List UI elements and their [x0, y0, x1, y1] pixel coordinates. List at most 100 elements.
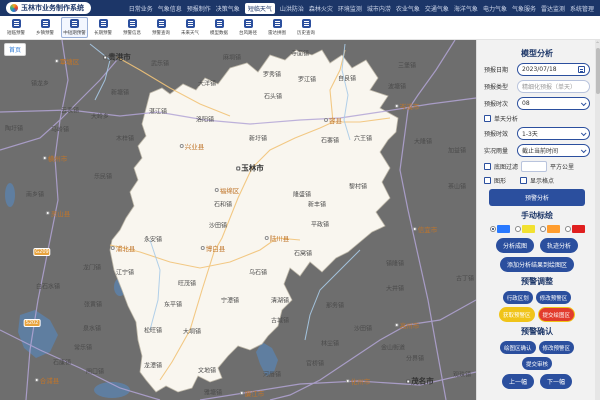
- top-nav-item[interactable]: 海洋气象: [454, 4, 478, 13]
- map-label-town: 黎村镇: [349, 182, 367, 191]
- forecast-date-label: 预报日期: [484, 65, 514, 74]
- top-nav-item[interactable]: 城市内涝: [367, 4, 391, 13]
- scrollbar-thumb[interactable]: [596, 48, 600, 94]
- module-tab[interactable]: 雷达拼图: [264, 17, 291, 38]
- place-marker-dot: [406, 379, 410, 383]
- warning-adjust-button[interactable]: 获取预警区: [499, 307, 535, 322]
- top-nav-item[interactable]: 交通气象: [425, 4, 449, 13]
- map-label-county: 信宜市: [413, 224, 438, 234]
- module-tab-bar: 短临预警乡镇预警中短期预警长期预警预警信息预警查询未来天气模型数据台风路径雷达拼…: [0, 16, 600, 40]
- forecast-time-select[interactable]: 08: [517, 97, 590, 110]
- module-tab[interactable]: 短临预警: [3, 17, 30, 38]
- module-tab-label: 雷达拼图: [268, 29, 286, 35]
- map-home-link[interactable]: 首页: [4, 43, 26, 56]
- actual-rain-select[interactable]: 截止当前时间: [517, 144, 590, 157]
- top-nav-item[interactable]: 短临天气: [245, 3, 275, 14]
- map-label-town: 龙门镇: [83, 263, 101, 272]
- map-label-county: 陆川县: [265, 233, 290, 243]
- map-label-town: 新圩镇: [249, 134, 267, 143]
- map-label-town: 泉水镇: [83, 324, 101, 333]
- top-nav-item[interactable]: 气象服务: [512, 4, 536, 13]
- module-tab-label: 中短期预警: [63, 29, 86, 35]
- top-nav-item[interactable]: 环境监测: [338, 4, 362, 13]
- document-icon: [41, 19, 50, 28]
- top-nav-item[interactable]: 农业气象: [396, 4, 420, 13]
- place-marker-dot: [395, 323, 399, 327]
- graphic-label: 图形: [494, 176, 506, 185]
- calendar-icon[interactable]: [578, 66, 585, 73]
- map-label-town: 古丁镇: [456, 274, 474, 283]
- warning-adjust-button[interactable]: 修改预警区: [536, 291, 572, 304]
- top-nav-item[interactable]: 预报制作: [187, 4, 211, 13]
- next-frame-button[interactable]: 下一幅: [540, 374, 572, 389]
- prev-frame-button[interactable]: 上一幅: [502, 374, 534, 389]
- graphic-checkbox[interactable]: [484, 177, 491, 184]
- top-nav-item[interactable]: 气象信息: [158, 4, 182, 13]
- warning-confirm-button[interactable]: 提交审核: [522, 357, 552, 370]
- map-label-town: 罗秀镇: [263, 70, 281, 79]
- warning-adjust-button[interactable]: 提交绘图区: [538, 307, 576, 322]
- plot-color-option[interactable]: [540, 225, 560, 233]
- panel-scrollbar[interactable]: ^: [595, 40, 600, 400]
- top-nav-item[interactable]: 电力气象: [483, 4, 507, 13]
- map-label-town: 东平镇: [164, 300, 182, 309]
- map-label-town: 新塘镇: [111, 88, 129, 97]
- plot-color-option[interactable]: [490, 225, 510, 233]
- single-day-label: 单天分析: [494, 114, 518, 123]
- top-nav-item[interactable]: 森林火灾: [309, 4, 333, 13]
- forecast-type-input[interactable]: 精细化预报（单天）: [517, 80, 590, 93]
- module-tab[interactable]: 预警信息: [119, 17, 146, 38]
- warning-confirm-button[interactable]: 绘图区确认: [500, 341, 536, 354]
- forecast-period-select[interactable]: 1-3天: [517, 127, 590, 140]
- color-radio[interactable]: [490, 226, 496, 232]
- manual-plot-button[interactable]: 分析成图: [496, 238, 534, 253]
- map-label-county: 横州市: [43, 153, 68, 163]
- module-tab[interactable]: 乡镇预警: [32, 17, 59, 38]
- map-label-town: 寺面镇: [291, 49, 309, 58]
- place-marker-dot: [236, 166, 240, 170]
- area-unit-label: 平方公里: [550, 162, 574, 171]
- app-title: 玉林市业务制作系统: [21, 3, 84, 13]
- map-canvas[interactable]: 首页 贵港市玉林市茂名市覃塘区横州市兴业县灵山县容县岑溪市浦北县博白县合浦县陆川…: [0, 40, 476, 400]
- map-label-town: 大垌镇: [183, 327, 201, 336]
- module-tab[interactable]: 模型数据: [206, 17, 233, 38]
- single-day-checkbox[interactable]: [484, 115, 491, 122]
- place-marker-dot: [111, 246, 115, 250]
- module-tab[interactable]: 中短期预警: [61, 17, 88, 38]
- warning-adjust-button[interactable]: 行政区划: [503, 291, 533, 304]
- top-nav-item[interactable]: 决策气象: [216, 4, 240, 13]
- plot-color-option[interactable]: [565, 225, 585, 233]
- top-nav-item[interactable]: 山洪防治: [280, 4, 304, 13]
- show-grid-checkbox[interactable]: [520, 177, 527, 184]
- top-nav-item[interactable]: 日常业务: [129, 4, 153, 13]
- warning-confirm-button[interactable]: 修改预警区: [539, 341, 575, 354]
- manual-plot-button[interactable]: 轨迹分析: [540, 238, 578, 253]
- add-analysis-result-button[interactable]: 添加分析结果到绘图区: [500, 257, 574, 272]
- top-nav-item[interactable]: 雷达监测: [541, 4, 565, 13]
- forecast-type-label: 预报类型: [484, 82, 514, 91]
- map-label-town: 金山街道: [381, 343, 405, 352]
- color-radio[interactable]: [565, 226, 571, 232]
- module-tab[interactable]: 历史查询: [293, 17, 320, 38]
- map-label-town: 常乐镇: [74, 343, 92, 352]
- scroll-up-icon[interactable]: ^: [595, 41, 600, 46]
- basemap-filter-checkbox[interactable]: [484, 163, 491, 170]
- place-marker-dot: [43, 156, 47, 160]
- map-label-town: 新丰镇: [308, 200, 326, 209]
- area-threshold-input[interactable]: [521, 161, 547, 172]
- module-tab[interactable]: 长期预警: [90, 17, 117, 38]
- map-label-county: 浦北县: [111, 243, 136, 253]
- color-radio[interactable]: [515, 226, 521, 232]
- map-label-town: 河唇镇: [263, 370, 281, 379]
- forecast-date-input[interactable]: 2023/07/18: [517, 63, 590, 76]
- plot-color-option[interactable]: [515, 225, 535, 233]
- map-label-county: 博白县: [201, 243, 226, 253]
- map-label-town: 南乡镇: [26, 190, 44, 199]
- warning-analysis-button[interactable]: 预警分析: [489, 189, 585, 206]
- color-radio[interactable]: [540, 226, 546, 232]
- top-nav-item[interactable]: 系统管理: [570, 4, 594, 13]
- module-tab[interactable]: 台风路径: [235, 17, 262, 38]
- module-tab[interactable]: 未来天气: [177, 17, 204, 38]
- map-label-town: 加益镇: [448, 146, 466, 155]
- module-tab[interactable]: 预警查询: [148, 17, 175, 38]
